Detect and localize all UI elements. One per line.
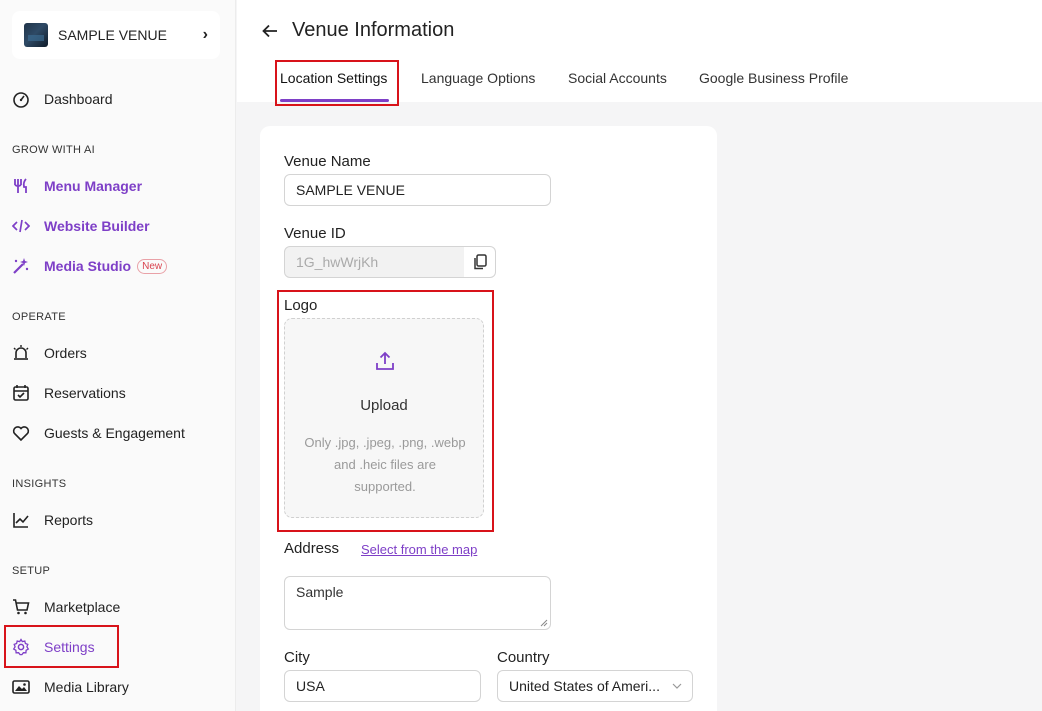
chevron-down-icon xyxy=(672,683,682,689)
address-textarea[interactable]: Sample xyxy=(284,576,551,630)
sidebar-item-menu-manager[interactable]: Menu Manager xyxy=(12,174,142,198)
sidebar-item-media-library[interactable]: Media Library xyxy=(12,675,129,699)
page-title: Venue Information xyxy=(292,19,455,41)
sidebar-item-label: Menu Manager xyxy=(44,178,143,194)
city-input[interactable]: USA xyxy=(284,670,481,702)
sidebar-item-reservations[interactable]: Reservations xyxy=(12,381,126,405)
tab-location-settings[interactable]: Location Settings xyxy=(280,70,387,86)
venue-thumbnail xyxy=(24,23,48,47)
sidebar-item-label: Media Studio xyxy=(44,258,132,274)
venue-name: SAMPLE VENUE xyxy=(58,27,167,43)
tab-social-accounts[interactable]: Social Accounts xyxy=(568,70,667,86)
sidebar-item-label: Reservations xyxy=(44,385,126,401)
upload-icon xyxy=(376,351,394,370)
fork-knife-icon xyxy=(12,177,30,195)
venue-name-input[interactable]: SAMPLE VENUE xyxy=(284,174,551,206)
sidebar: SAMPLE VENUE › Dashboard GROW WITH AI Me… xyxy=(0,0,236,711)
code-icon xyxy=(12,217,30,235)
back-arrow-icon[interactable] xyxy=(261,22,279,40)
sidebar-item-dashboard[interactable]: Dashboard xyxy=(12,87,113,111)
logo-upload-dropzone[interactable]: Upload Only .jpg, .jpeg, .png, .webp and… xyxy=(284,318,484,518)
section-grow-with-ai: GROW WITH AI xyxy=(12,144,96,156)
venue-id-label: Venue ID xyxy=(284,225,346,242)
sidebar-item-marketplace[interactable]: Marketplace xyxy=(12,595,120,619)
venue-name-label: Venue Name xyxy=(284,153,371,170)
sidebar-item-label: Reports xyxy=(44,512,94,528)
city-label: City xyxy=(284,649,310,666)
sidebar-item-label: Media Library xyxy=(44,679,129,695)
heart-icon xyxy=(12,424,30,442)
sidebar-item-label: Website Builder xyxy=(44,218,150,234)
line-chart-icon xyxy=(12,511,30,529)
sidebar-item-label: Dashboard xyxy=(44,91,113,107)
cart-icon xyxy=(12,598,30,616)
new-badge: New xyxy=(137,258,168,274)
section-insights: INSIGHTS xyxy=(12,478,67,490)
sidebar-item-media-studio[interactable]: Media Studio New xyxy=(12,254,168,278)
sidebar-item-label: Guests & Engagement xyxy=(44,425,185,441)
logo-label: Logo xyxy=(284,297,318,314)
sidebar-item-orders[interactable]: Orders xyxy=(12,341,87,365)
calendar-check-icon xyxy=(12,384,30,402)
gear-icon xyxy=(12,638,30,656)
address-label: Address xyxy=(284,540,340,557)
chevron-right-icon: › xyxy=(202,26,208,43)
sidebar-item-label: Marketplace xyxy=(44,599,121,615)
dashboard-gauge-icon xyxy=(12,90,30,108)
sidebar-item-label: Orders xyxy=(44,345,87,361)
alarm-bell-icon xyxy=(12,344,30,362)
section-setup: SETUP xyxy=(12,565,51,577)
country-select[interactable]: United States of Ameri... xyxy=(497,670,693,702)
active-tab-indicator xyxy=(280,99,389,102)
upload-hint: Only .jpg, .jpeg, .png, .webp and .heic … xyxy=(304,435,466,494)
sidebar-item-settings[interactable]: Settings xyxy=(12,635,95,659)
venue-switcher[interactable]: SAMPLE VENUE › xyxy=(12,11,220,59)
tab-language-options[interactable]: Language Options xyxy=(421,70,535,86)
page-header: Venue Information xyxy=(237,0,1042,102)
sidebar-item-website-builder[interactable]: Website Builder xyxy=(12,214,150,238)
upload-title: Upload xyxy=(360,397,408,414)
address-value: Sample xyxy=(296,584,344,600)
venue-id-field: 1G_hwWrjKh xyxy=(284,246,465,278)
section-operate: OPERATE xyxy=(12,311,66,323)
sidebar-item-reports[interactable]: Reports xyxy=(12,508,93,532)
sidebar-item-label: Settings xyxy=(44,639,95,655)
select-from-map-link[interactable]: Select from the map xyxy=(361,542,477,557)
copy-id-button[interactable] xyxy=(464,246,496,278)
resize-handle-icon[interactable] xyxy=(540,619,548,627)
sidebar-item-guests-engagement[interactable]: Guests & Engagement xyxy=(12,421,185,445)
country-label: Country xyxy=(497,649,550,666)
magic-wand-icon xyxy=(12,257,30,275)
copy-icon xyxy=(473,254,487,270)
tab-google-business-profile[interactable]: Google Business Profile xyxy=(699,70,848,86)
image-gallery-icon xyxy=(12,678,30,696)
country-value: United States of Ameri... xyxy=(509,678,660,694)
